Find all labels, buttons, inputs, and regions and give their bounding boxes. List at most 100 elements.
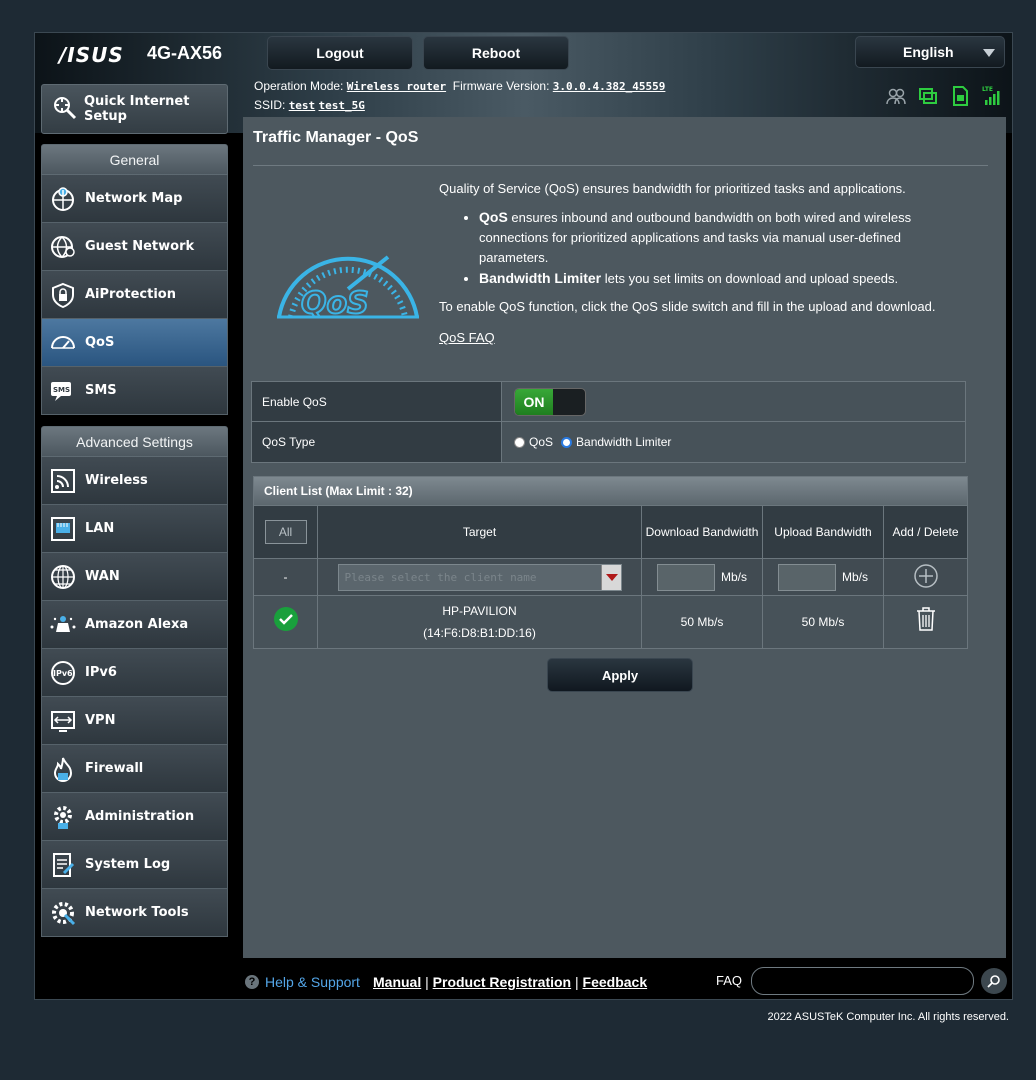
column-upload: Upload Bandwidth: [763, 506, 884, 558]
sidebar-item-vpn[interactable]: VPN: [41, 697, 228, 745]
language-select[interactable]: English: [855, 36, 1005, 68]
sim-card-icon[interactable]: [949, 85, 971, 107]
sidebar-item-label: AiProtection: [85, 287, 176, 302]
sidebar-item-label: Firewall: [85, 761, 144, 776]
ssid-link-2[interactable]: test_5G: [319, 99, 365, 112]
client-name-placeholder: Please select the client name: [344, 570, 537, 584]
sidebar-item-guest-network[interactable]: Guest Network: [41, 223, 228, 271]
sidebar-item-ipv6[interactable]: IPv6 IPv6: [41, 649, 228, 697]
qos-toggle-switch[interactable]: ON: [514, 387, 586, 416]
quick-internet-setup-button[interactable]: Quick Internet Setup: [41, 84, 228, 134]
sidebar-item-label: Amazon Alexa: [85, 617, 189, 632]
footer: ? Help & Support Manual | Product Regist…: [245, 967, 1010, 995]
operation-mode-link[interactable]: Wireless router: [347, 80, 446, 93]
download-unit: Mb/s: [720, 570, 747, 584]
client-list-title: Client List (Max Limit : 32): [254, 477, 967, 505]
enable-qos-row: Enable QoS ON: [252, 382, 965, 422]
lte-signal-icon[interactable]: LTE: [981, 85, 1003, 107]
client-name-select[interactable]: Please select the client name: [337, 563, 622, 591]
reboot-button[interactable]: Reboot: [423, 36, 569, 70]
ssid-link-1[interactable]: test: [289, 99, 316, 112]
guest-network-icon: [48, 232, 78, 262]
download-bandwidth-input[interactable]: [656, 563, 715, 591]
search-icon[interactable]: [981, 968, 1007, 994]
dropdown-arrow-icon[interactable]: [600, 564, 621, 590]
feature-limiter-title: Bandwidth Limiter: [479, 270, 602, 286]
sidebar-item-network-map[interactable]: Network Map: [41, 175, 228, 223]
feature-list: QoS ensures inbound and outbound bandwid…: [479, 207, 969, 289]
enable-instructions: To enable QoS function, click the QoS sl…: [439, 299, 936, 314]
qos-logo-icon: QoS: [273, 229, 423, 330]
shield-icon: [48, 280, 78, 310]
svg-text:QoS: QoS: [301, 286, 369, 321]
feedback-link[interactable]: Feedback: [583, 974, 648, 990]
main-content: Traffic Manager - QoS QoS Quality of Ser…: [243, 117, 1006, 958]
qos-description: Quality of Service (QoS) ensures bandwid…: [439, 179, 969, 348]
qos-settings-table: Enable QoS ON QoS Type QoS Bandwidth Lim…: [251, 381, 966, 463]
sidebar-item-administration[interactable]: Administration: [41, 793, 228, 841]
help-icon: ?: [245, 975, 259, 989]
speedometer-icon: [48, 328, 78, 358]
sidebar-item-firewall[interactable]: Firewall: [41, 745, 228, 793]
apply-button[interactable]: Apply: [547, 658, 693, 692]
gear-icon: [48, 802, 78, 832]
svg-text:SMS: SMS: [53, 386, 70, 394]
sidebar-item-aiprotection[interactable]: AiProtection: [41, 271, 228, 319]
sidebar-item-label: Administration: [85, 809, 195, 824]
usb-icon[interactable]: [917, 85, 939, 107]
page-title: Traffic Manager - QoS: [253, 129, 419, 146]
sidebar-item-label: Network Map: [85, 191, 183, 206]
firmware-label: Firmware Version:: [452, 79, 550, 93]
qos-type-radio-qos[interactable]: [514, 436, 525, 448]
manual-link[interactable]: Manual: [373, 974, 421, 990]
product-registration-link[interactable]: Product Registration: [433, 974, 571, 990]
firmware-link[interactable]: 3.0.0.4.382_45559: [553, 80, 666, 93]
sidebar-item-label: LAN: [85, 521, 115, 536]
globe-icon: [48, 562, 78, 592]
operation-mode-label: Operation Mode:: [254, 79, 344, 93]
feature-qos-text: ensures inbound and outbound bandwidth o…: [479, 210, 912, 265]
column-add-delete: Add / Delete: [884, 506, 967, 558]
sidebar-item-lan[interactable]: LAN: [41, 505, 228, 553]
copyright: 2022 ASUSTeK Computer Inc. All rights re…: [767, 1011, 1009, 1023]
sidebar-item-label: IPv6: [85, 665, 117, 680]
sidebar-item-qos[interactable]: QoS: [41, 319, 228, 367]
sidebar-item-label: QoS: [85, 335, 115, 350]
add-icon[interactable]: [913, 563, 939, 592]
upload-bandwidth-input[interactable]: [777, 563, 836, 591]
feature-qos-title: QoS: [479, 209, 508, 225]
sidebar-item-wan[interactable]: WAN: [41, 553, 228, 601]
select-all-button[interactable]: All: [264, 520, 307, 544]
trash-icon[interactable]: [915, 606, 937, 639]
sidebar-item-label: System Log: [85, 857, 171, 872]
logout-button[interactable]: Logout: [267, 36, 413, 70]
faq-search-input[interactable]: [751, 967, 974, 995]
enabled-check-icon[interactable]: [273, 606, 299, 639]
sms-icon: SMS: [48, 376, 78, 406]
sidebar-item-label: Wireless: [85, 473, 148, 488]
sidebar-item-amazon-alexa[interactable]: Amazon Alexa: [41, 601, 228, 649]
qos-type-radio-bandwidth-limiter[interactable]: [561, 436, 573, 448]
chevron-down-icon: [983, 49, 995, 57]
sidebar-item-sms[interactable]: SMS SMS: [41, 367, 228, 415]
wireless-icon: [48, 466, 78, 496]
add-client-row: - Please select the client name Mb/s Mb/…: [254, 558, 967, 595]
client-upload: 50 Mb/s: [763, 596, 884, 648]
clients-icon[interactable]: [885, 85, 907, 107]
sidebar-item-system-log[interactable]: System Log: [41, 841, 228, 889]
sidebar-item-label: VPN: [85, 713, 116, 728]
client-download: 50 Mb/s: [642, 596, 763, 648]
asus-logo: /ISUS: [59, 43, 124, 67]
sidebar-item-network-tools[interactable]: Network Tools: [41, 889, 228, 937]
general-heading: General: [41, 144, 228, 175]
status-icons: LTE: [885, 85, 1003, 107]
tools-icon: [48, 898, 78, 928]
qos-type-option-qos: QoS: [529, 435, 554, 449]
feature-limiter: Bandwidth Limiter lets you set limits on…: [479, 268, 969, 289]
sidebar-item-wireless[interactable]: Wireless: [41, 457, 228, 505]
sidebar-item-label: SMS: [85, 383, 117, 398]
upload-unit: Mb/s: [841, 570, 868, 584]
firewall-icon: [48, 754, 78, 784]
router-frame: /ISUS 4G-AX56 Logout Reboot English Oper…: [34, 32, 1013, 1000]
qos-faq-link[interactable]: QoS FAQ: [439, 328, 495, 348]
